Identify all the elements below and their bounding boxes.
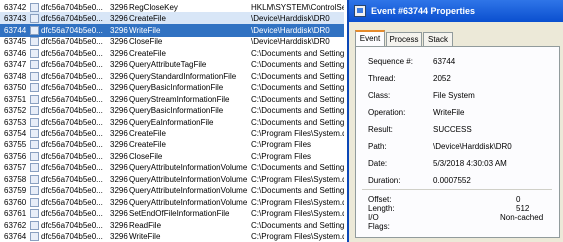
property-value: WriteFile xyxy=(433,108,465,117)
filesystem-icon xyxy=(30,117,39,127)
filesystem-icon xyxy=(30,232,39,241)
filesystem-icon xyxy=(30,151,39,161)
detail-label: Length: xyxy=(368,204,395,213)
tab-process[interactable]: Process xyxy=(386,32,422,46)
detail-value: 0 xyxy=(516,195,521,204)
property-value: SUCCESS xyxy=(433,125,472,134)
detail-value: 512 xyxy=(516,204,530,213)
property-label: Thread: xyxy=(368,74,396,83)
event-properties-dialog: Event #63744 Properties Event Process St… xyxy=(347,0,563,242)
detail-value: Non-cached xyxy=(500,213,544,222)
event-row[interactable]: 63764 dfc56a704b5e0... 3296 WriteFile C:\Pro… xyxy=(0,230,344,242)
filesystem-icon xyxy=(30,94,39,104)
filesystem-icon xyxy=(30,163,39,173)
tab-stack[interactable]: Stack xyxy=(423,32,453,46)
filesystem-icon xyxy=(30,60,39,70)
filesystem-icon xyxy=(30,106,39,116)
tab-event[interactable]: Event xyxy=(355,30,385,47)
filesystem-icon xyxy=(30,25,39,35)
detail-label: Offset: xyxy=(368,195,392,204)
filesystem-icon xyxy=(30,140,39,150)
property-value: 63744 xyxy=(433,57,456,66)
event-tab-panel: Sequence #: 63744 Thread: 2052 Class: File… xyxy=(355,46,560,238)
sequence-cell: 63764 xyxy=(4,232,27,241)
properties-icon xyxy=(354,5,366,17)
filesystem-icon xyxy=(30,14,39,24)
detail-label: I/O Flags: xyxy=(368,213,390,231)
filesystem-icon xyxy=(30,37,39,47)
path-cell: C:\Program Files\System.dll xyxy=(251,232,344,241)
filesystem-icon xyxy=(30,174,39,184)
property-value: 2052 xyxy=(433,74,451,83)
property-label: Class: xyxy=(368,91,391,100)
event-list: 63742 dfc56a704b5e0... 3296 RegCloseKey HKLM… xyxy=(0,0,344,242)
filesystem-icon xyxy=(30,220,39,230)
property-value: \Device\Harddisk\DR0 xyxy=(433,142,512,151)
filesystem-icon xyxy=(30,83,39,93)
property-value: 5/3/2018 4:30:03 AM xyxy=(433,159,507,168)
pid-cell: 3296 xyxy=(110,232,128,241)
filesystem-icon xyxy=(30,186,39,196)
dialog-titlebar[interactable]: Event #63744 Properties xyxy=(349,0,563,22)
filesystem-icon xyxy=(30,48,39,58)
property-label: Duration: xyxy=(368,176,401,185)
property-label: Date: xyxy=(368,159,388,168)
filesystem-icon xyxy=(30,128,39,138)
process-name-cell: dfc56a704b5e0... xyxy=(41,232,103,241)
property-value: File System xyxy=(433,91,475,100)
property-label: Operation: xyxy=(368,108,406,117)
property-label: Sequence #: xyxy=(368,57,413,66)
filesystem-icon xyxy=(30,71,39,81)
property-label: Path: xyxy=(368,142,387,151)
property-value: 0.0007552 xyxy=(433,176,471,185)
dialog-title: Event #63744 Properties xyxy=(371,6,476,16)
filesystem-icon xyxy=(30,3,39,12)
operation-cell: WriteFile xyxy=(129,232,161,241)
filesystem-icon xyxy=(30,209,39,219)
divider xyxy=(362,189,552,190)
filesystem-icon xyxy=(30,197,39,207)
property-label: Result: xyxy=(368,125,393,134)
